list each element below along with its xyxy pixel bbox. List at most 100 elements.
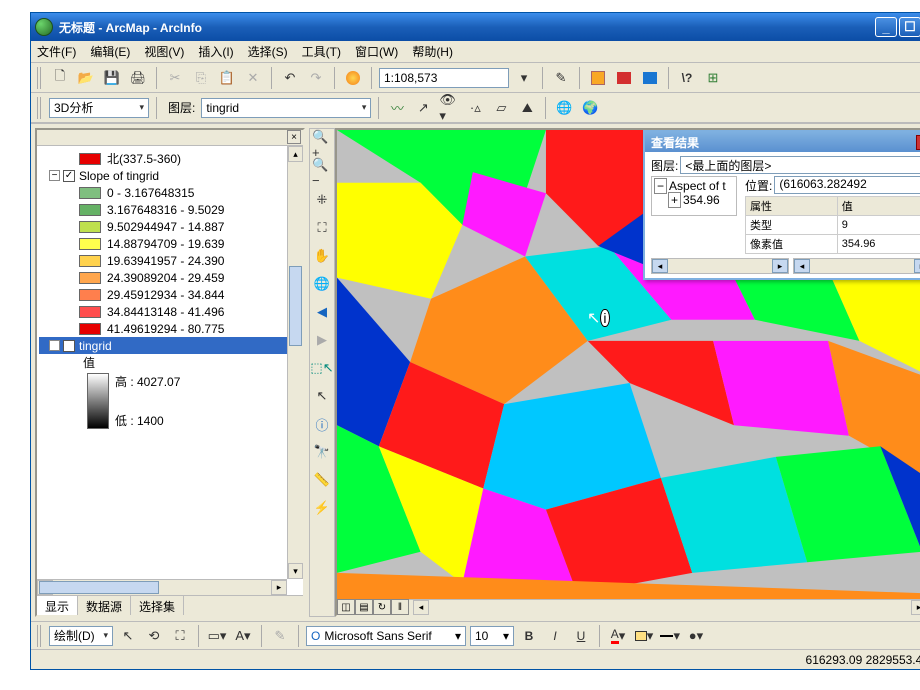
- minimize-button[interactable]: _: [875, 17, 897, 37]
- bold-button[interactable]: B: [518, 625, 540, 647]
- toc-vscrollbar[interactable]: ▴ ▾: [287, 146, 303, 579]
- identify-feature-tree[interactable]: −Aspect of t +354.96: [651, 176, 737, 216]
- measure-icon[interactable]: 📏: [311, 469, 333, 491]
- scale-dropdown-icon[interactable]: ▾: [513, 67, 535, 89]
- legend-class-row[interactable]: 0 - 3.167648315: [39, 184, 301, 201]
- new-doc-icon[interactable]: 🗋: [49, 67, 71, 89]
- legend-class-row[interactable]: 34.84413148 - 41.496: [39, 303, 301, 320]
- print-icon[interactable]: 🖨: [127, 67, 149, 89]
- identify-layer-dropdown[interactable]: <最上面的图层>▾: [680, 156, 920, 174]
- full-extent-icon[interactable]: 🌐: [311, 273, 333, 295]
- arcscene-icon[interactable]: 🌐: [553, 97, 575, 119]
- menu-insert[interactable]: 插入(I): [198, 43, 233, 60]
- menu-edit[interactable]: 编辑(E): [90, 43, 130, 60]
- layout-view-tab[interactable]: ▤: [355, 599, 373, 615]
- expander-icon[interactable]: −: [49, 340, 60, 351]
- refresh-icon[interactable]: ↻: [373, 599, 391, 615]
- identify-close-button[interactable]: ×: [916, 135, 920, 150]
- legend-class-row[interactable]: 19.63941957 - 24.390: [39, 252, 301, 269]
- back-extent-icon[interactable]: ◀: [311, 301, 333, 323]
- marker-color-icon[interactable]: ●▾: [685, 625, 707, 647]
- forward-extent-icon[interactable]: ▶: [311, 329, 333, 351]
- delete-icon[interactable]: ✕: [242, 67, 264, 89]
- hyperlink-icon[interactable]: ⚡: [311, 497, 333, 519]
- 3d-analysis-dropdown[interactable]: 3D分析▾: [49, 98, 149, 118]
- font-color-icon[interactable]: A▾: [607, 625, 629, 647]
- text-tool-icon[interactable]: A▾: [232, 625, 254, 647]
- editor-toolbar-icon[interactable]: ✎: [550, 67, 572, 89]
- contour-icon[interactable]: 〰: [386, 97, 408, 119]
- menu-select[interactable]: 选择(S): [248, 43, 288, 60]
- legend-class-row[interactable]: 29.45912934 - 34.844: [39, 286, 301, 303]
- fixed-zoom-in-icon[interactable]: ⁜: [311, 189, 333, 211]
- menu-help[interactable]: 帮助(H): [412, 43, 453, 60]
- rectangle-tool-icon[interactable]: ▭▾: [206, 625, 228, 647]
- map-view[interactable]: ↖i ◫ ▤ ↻ ‖ ◂ ▸ 查看结果 ×: [335, 128, 920, 617]
- fill-color-icon[interactable]: ▾: [633, 625, 655, 647]
- maximize-button[interactable]: ☐: [899, 17, 920, 37]
- profile-graph-icon[interactable]: ⛰: [516, 97, 538, 119]
- toolbar-grip[interactable]: [37, 67, 43, 89]
- pause-icon[interactable]: ‖: [391, 599, 409, 615]
- add-data-icon[interactable]: [342, 67, 364, 89]
- copy-icon[interactable]: ⎘: [190, 67, 212, 89]
- font-size-dropdown[interactable]: 10▾: [470, 626, 514, 646]
- open-icon[interactable]: 📂: [75, 67, 97, 89]
- line-color-icon[interactable]: ▾: [659, 625, 681, 647]
- title-bar[interactable]: 无标题 - ArcMap - ArcInfo _ ☐ ✕: [31, 13, 920, 41]
- paste-icon[interactable]: 📋: [216, 67, 238, 89]
- interpolate-line-icon[interactable]: ▱: [490, 97, 512, 119]
- redo-icon[interactable]: ↷: [305, 67, 327, 89]
- menu-window[interactable]: 窗口(W): [355, 43, 398, 60]
- identify-icon[interactable]: ⓘ: [311, 413, 333, 435]
- fixed-zoom-out-icon[interactable]: ⛶: [311, 217, 333, 239]
- edit-vertices-icon[interactable]: ✎: [269, 625, 291, 647]
- whats-this-icon[interactable]: \?: [676, 67, 698, 89]
- select-elements-icon[interactable]: ↖: [117, 625, 139, 647]
- font-dropdown[interactable]: OMicrosoft Sans Serif▾: [306, 626, 466, 646]
- map-scale-input[interactable]: [379, 68, 509, 88]
- toc-hscrollbar[interactable]: ◂ ▸: [37, 579, 287, 595]
- legend-class-row[interactable]: 41.49619294 - 80.775: [39, 320, 301, 337]
- layer-dropdown[interactable]: tingrid▾: [201, 98, 371, 118]
- pan-icon[interactable]: ✋: [311, 245, 333, 267]
- arcglobe-icon[interactable]: 🌍: [579, 97, 601, 119]
- toolbar-grip[interactable]: [37, 625, 43, 647]
- toc-close-button[interactable]: ×: [287, 130, 301, 144]
- cut-icon[interactable]: ✂: [164, 67, 186, 89]
- legend-class-row[interactable]: 24.39089204 - 29.459: [39, 269, 301, 286]
- tab-source[interactable]: 数据源: [78, 596, 131, 615]
- legend-class-row[interactable]: 9.502944947 - 14.887: [39, 218, 301, 235]
- slope-layer-name[interactable]: Slope of tingrid: [79, 169, 159, 183]
- italic-button[interactable]: I: [544, 625, 566, 647]
- zoom-to-selected-icon[interactable]: ⛶: [169, 625, 191, 647]
- arctoolbox-icon[interactable]: [613, 67, 635, 89]
- data-view-tab[interactable]: ◫: [337, 599, 355, 615]
- tab-display[interactable]: 显示: [37, 596, 78, 615]
- zoom-out-icon[interactable]: 🔍−: [311, 161, 333, 183]
- zoom-in-icon[interactable]: 🔍+: [311, 133, 333, 155]
- command-line-icon[interactable]: [639, 67, 661, 89]
- tingrid-layer-name[interactable]: tingrid: [79, 339, 112, 353]
- add-plus-icon[interactable]: ⊞: [702, 67, 724, 89]
- interpolate-point-icon[interactable]: ·▵: [464, 97, 486, 119]
- arccatalog-icon[interactable]: [587, 67, 609, 89]
- select-elements-icon[interactable]: ↖: [311, 385, 333, 407]
- slope-checkbox[interactable]: ✓: [63, 170, 75, 182]
- rotate-icon[interactable]: ⟲: [143, 625, 165, 647]
- map-hscrollbar[interactable]: ◫ ▤ ↻ ‖ ◂ ▸: [337, 599, 920, 615]
- tab-selection[interactable]: 选择集: [131, 596, 184, 615]
- draw-menu[interactable]: 绘制(D)▾: [49, 626, 113, 646]
- toolbar-grip[interactable]: [37, 97, 43, 119]
- steepest-path-icon[interactable]: ↗: [412, 97, 434, 119]
- location-value[interactable]: (616063.282492: [774, 176, 920, 194]
- select-features-icon[interactable]: ⬚↖: [311, 357, 333, 379]
- underline-button[interactable]: U: [570, 625, 592, 647]
- tingrid-checkbox[interactable]: ✓: [63, 340, 75, 352]
- expander-icon[interactable]: −: [49, 170, 60, 181]
- menu-view[interactable]: 视图(V): [144, 43, 184, 60]
- menu-file[interactable]: 文件(F): [37, 43, 76, 60]
- toc-tree[interactable]: 北(337.5-360) − ✓ Slope of tingrid 0 - 3.…: [37, 146, 303, 615]
- undo-icon[interactable]: ↶: [279, 67, 301, 89]
- save-icon[interactable]: 💾: [101, 67, 123, 89]
